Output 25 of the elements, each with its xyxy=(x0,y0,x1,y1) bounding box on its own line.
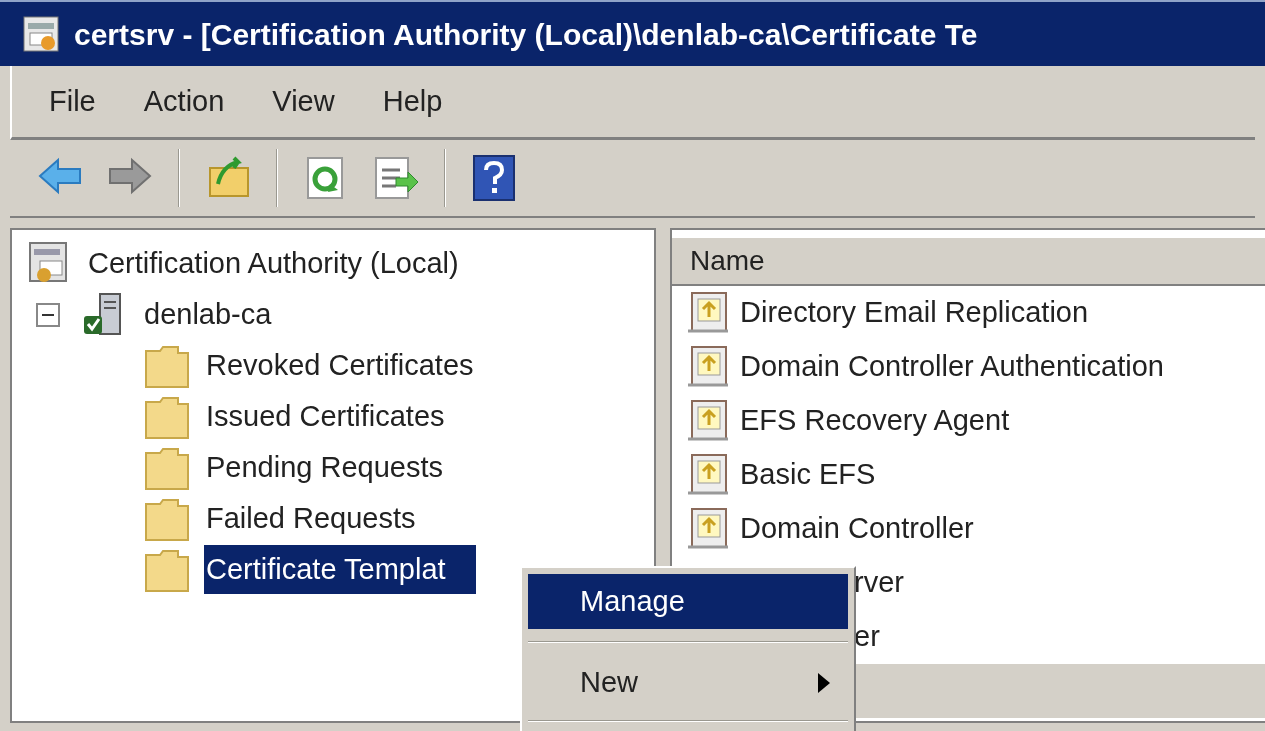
export-list-icon xyxy=(372,154,420,202)
template-name[interactable]: Domain Controller Authentication xyxy=(740,345,1164,389)
template-name[interactable]: Domain Controller xyxy=(740,507,974,551)
window-title: certsrv - [Certification Authority (Local)\denlab-ca\Certificate Te xyxy=(74,16,978,53)
context-menu-item[interactable]: Manage xyxy=(528,574,848,629)
tree-item[interactable]: Issued Certificates xyxy=(204,391,447,442)
menu-item[interactable]: View xyxy=(272,79,335,124)
help-icon xyxy=(470,154,518,202)
collapse-toggle[interactable] xyxy=(36,302,60,327)
tree-item[interactable]: denlab-ca xyxy=(142,289,274,340)
tree-item[interactable]: Revoked Certificates xyxy=(204,340,476,391)
tree-item[interactable]: Certificate Templat xyxy=(204,544,476,595)
tree-item[interactable]: Failed Requests xyxy=(204,493,418,544)
tree-item[interactable]: Certification Authority (Local) xyxy=(86,238,461,289)
menu-item[interactable]: File xyxy=(49,79,96,124)
tree-item[interactable]: Pending Requests xyxy=(204,442,445,493)
template-name[interactable]: Directory Email Replication xyxy=(740,291,1089,335)
template-name[interactable]: rver xyxy=(854,561,904,605)
menu-item[interactable]: Help xyxy=(382,79,443,124)
context-menu-item[interactable]: New xyxy=(528,655,848,710)
menu-item[interactable]: Action xyxy=(143,79,225,124)
template-name[interactable]: Basic EFS xyxy=(740,453,876,497)
column-header[interactable]: Name xyxy=(672,240,765,282)
template-name[interactable]: er xyxy=(854,615,880,659)
template-name[interactable]: EFS Recovery Agent xyxy=(740,399,1010,443)
